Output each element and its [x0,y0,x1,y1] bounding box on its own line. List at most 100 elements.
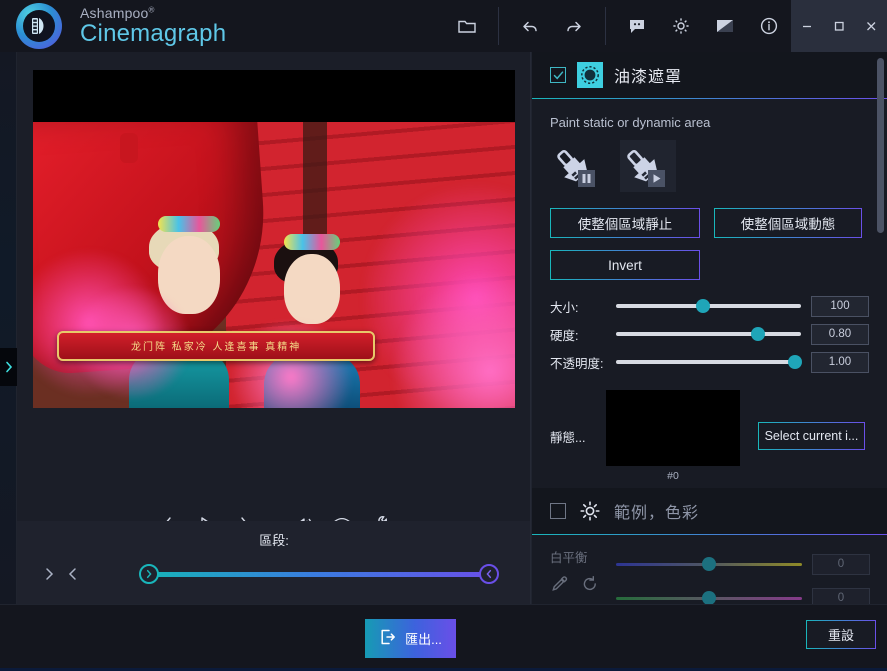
brush-dynamic-tool[interactable] [620,140,676,192]
select-current-image-button[interactable]: Select current i... [758,422,865,450]
white-balance-tools [550,574,616,594]
hardness-value-field[interactable]: 0.80 [811,324,869,345]
white-balance-block: 白平衡 [532,535,887,615]
opacity-slider-thumb[interactable] [788,355,802,369]
eyedropper-icon[interactable] [550,574,570,594]
app-logo [0,3,78,49]
make-all-static-button[interactable]: 使整個區域靜止 [550,208,700,238]
white-balance-label: 白平衡 [550,547,616,566]
undo-button[interactable] [508,0,552,52]
export-button[interactable]: 匯出... [365,619,456,658]
maximize-icon[interactable] [823,0,855,52]
static-image-caption: #0 [606,470,740,482]
video-preview[interactable]: 龙门阵 私家冷 人逢喜事 真精神 [33,70,515,408]
size-value-field[interactable]: 100 [811,296,869,317]
subject-a-headdress [158,216,220,232]
hardness-slider-thumb[interactable] [751,327,765,341]
export-button-label: 匯出... [405,629,442,648]
color-section: 範例，色彩 白平衡 [532,488,887,615]
close-icon[interactable] [855,0,887,52]
white-balance-left: 白平衡 [550,547,616,594]
theme-button[interactable] [703,0,747,52]
segment-next-button[interactable] [40,564,58,584]
tint-thumb[interactable] [702,591,716,605]
segment-nav [40,564,82,584]
segment-panel: 區段: [17,521,531,604]
settings-button[interactable] [659,0,703,52]
video-frame: 龙门阵 私家冷 人逢喜事 真精神 [33,122,515,408]
temperature-row: 0 [616,547,870,581]
video-caption-banner: 龙门阵 私家冷 人逢喜事 真精神 [57,331,375,361]
opacity-slider-label: 不透明度: [550,353,616,372]
brand-block: Ashampoo® Cinemagraph [78,6,226,46]
subject-b-head [284,254,340,324]
opacity-slider-track [616,360,801,364]
reset-arrow-icon[interactable] [580,574,600,594]
logo-circle-icon [16,3,62,49]
hardness-slider-label: 硬度: [550,325,616,344]
segment-title: 區段: [17,521,531,549]
minimize-icon[interactable] [791,0,823,52]
paint-mask-title: 油漆遮罩 [614,63,682,87]
segment-row [17,563,531,585]
effects-panel: 油漆遮罩 Paint static or dynamic area [531,52,887,604]
size-slider-row: 大小: 100 [550,292,869,320]
color-section-checkbox[interactable] [550,503,566,519]
toolbar-divider-2 [605,7,606,45]
info-button[interactable] [747,0,791,52]
scene-background: 龙门阵 私家冷 人逢喜事 真精神 [33,122,515,408]
temperature-thumb[interactable] [702,557,716,571]
redo-button[interactable] [552,0,596,52]
paint-mask-body: Paint static or dynamic area [532,99,887,482]
left-rail [0,52,17,604]
bottom-bar: 匯出... [0,604,887,671]
static-image-row: 靜態... #0 Select current i... [550,390,869,482]
hardness-slider[interactable] [616,325,801,343]
toolbar-divider [498,7,499,45]
static-image-label: 靜態... [550,427,606,446]
segment-start-handle[interactable] [139,564,159,584]
segment-prev-button[interactable] [64,564,82,584]
letterbox-top [33,70,515,122]
size-slider-thumb[interactable] [696,299,710,313]
window-controls [791,0,887,52]
export-arrow-icon [379,628,397,649]
static-image-thumbnail-wrap: #0 [606,390,740,482]
titlebar-actions [445,0,791,52]
expand-left-panel-button[interactable] [0,348,17,386]
static-image-thumbnail[interactable] [606,390,740,466]
invert-button[interactable]: Invert [550,250,700,280]
title-bar: Ashampoo® Cinemagraph [0,0,887,52]
paint-mask-section-header: 油漆遮罩 [532,52,887,98]
application-window: Ashampoo® Cinemagraph [0,0,887,671]
brand-product: Cinemagraph [80,21,226,46]
scene-lantern [120,133,138,163]
paint-mask-checkbox[interactable] [550,67,566,83]
temperature-slider[interactable] [616,555,802,573]
size-slider-label: 大小: [550,297,616,316]
paint-mask-icon[interactable] [577,62,603,88]
opacity-value-field[interactable]: 1.00 [811,352,869,373]
hardness-slider-track [616,332,801,336]
opacity-slider[interactable] [616,353,801,371]
segment-end-handle[interactable] [479,564,499,584]
brightness-sun-icon[interactable] [577,498,603,524]
panel-scrollbar[interactable] [877,58,884,233]
reset-button[interactable]: 重設 [806,620,876,649]
size-slider[interactable] [616,297,801,315]
make-all-dynamic-button[interactable]: 使整個區域動態 [714,208,862,238]
brush-static-tool[interactable] [550,140,606,192]
feedback-button[interactable] [615,0,659,52]
color-section-title: 範例，色彩 [614,499,699,523]
area-buttons-row: 使整個區域靜止 使整個區域動態 [550,208,869,238]
temperature-value-field[interactable]: 0 [812,554,870,575]
invert-row: Invert [550,250,869,280]
segment-range-track[interactable] [148,572,496,577]
brush-tools [550,140,869,192]
opacity-slider-row: 不透明度: 1.00 [550,348,869,376]
subject-b-headdress [284,234,340,250]
paint-hint-text: Paint static or dynamic area [550,115,869,130]
brand-company: Ashampoo® [80,6,226,21]
hardness-slider-row: 硬度: 0.80 [550,320,869,348]
open-folder-button[interactable] [445,0,489,52]
